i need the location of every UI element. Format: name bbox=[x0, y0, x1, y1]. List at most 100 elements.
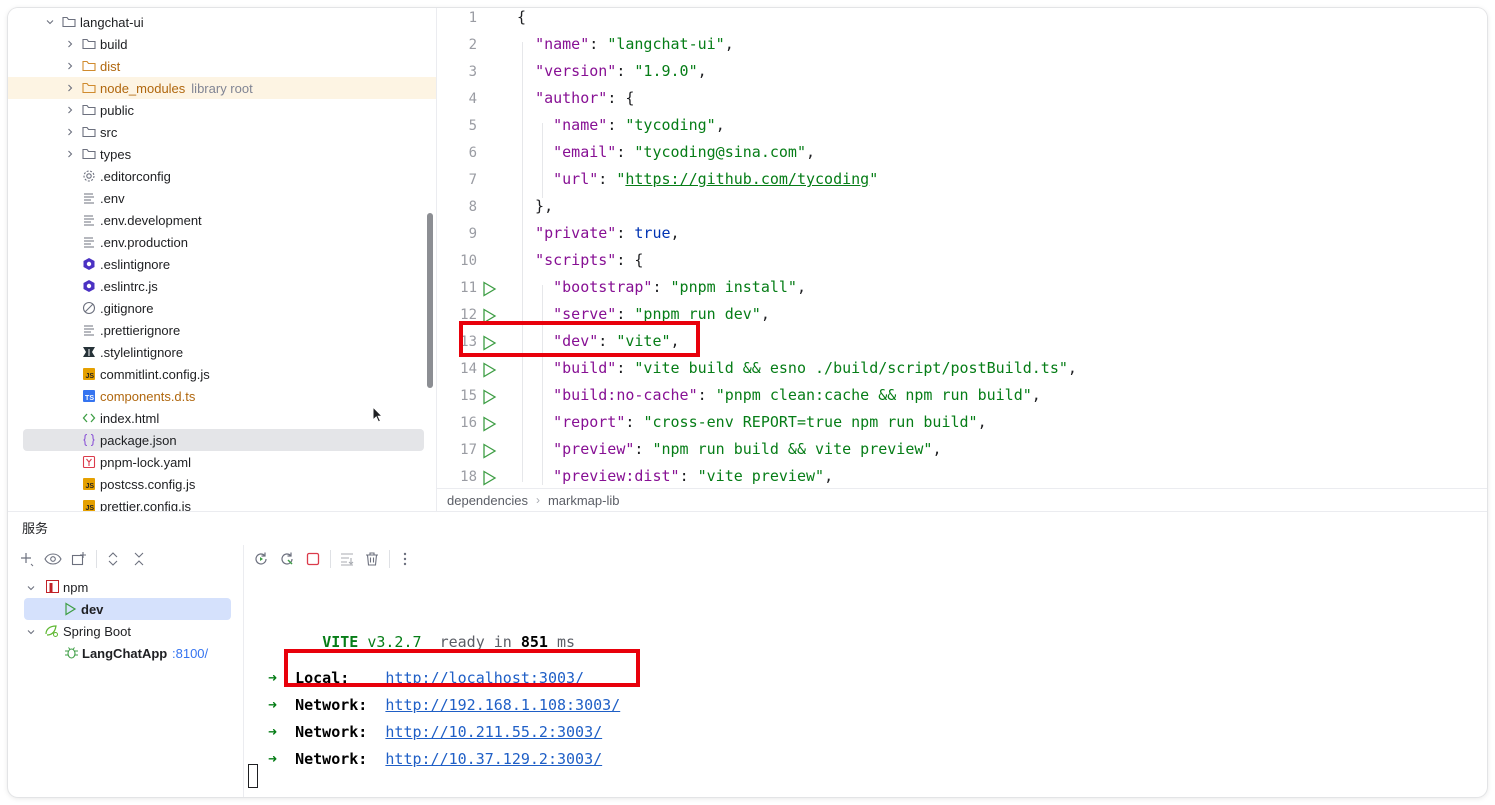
scroll-to-end-icon[interactable] bbox=[338, 550, 356, 568]
code-line[interactable]: }, bbox=[517, 197, 553, 215]
code-token: , bbox=[977, 413, 987, 431]
new-group-icon[interactable] bbox=[70, 550, 88, 568]
breadcrumb-item[interactable]: dependencies bbox=[447, 493, 528, 508]
service-item-langchatapp[interactable]: LangChatApp :8100/ bbox=[22, 642, 232, 664]
chevron-right-icon[interactable] bbox=[64, 60, 76, 72]
code-token: , bbox=[760, 305, 770, 323]
run-script-icon[interactable] bbox=[481, 281, 497, 297]
tree-item[interactable]: langchat-ui bbox=[8, 11, 436, 33]
tree-item[interactable]: package.json bbox=[23, 429, 424, 451]
code-line[interactable]: "name": "tycoding", bbox=[517, 116, 725, 134]
url-label: Network: bbox=[277, 696, 386, 714]
text-file-icon bbox=[82, 191, 96, 205]
tree-item[interactable]: types bbox=[8, 143, 436, 165]
line-number: 16 bbox=[460, 415, 477, 431]
tree-item[interactable]: JS prettier.config.js bbox=[8, 495, 436, 511]
code-editor[interactable]: 1 {2 "name": "langchat-ui", 3 "version": "… bbox=[437, 8, 1487, 488]
tree-item-label: .stylelintignore bbox=[100, 344, 184, 360]
tree-scrollbar[interactable] bbox=[427, 213, 433, 388]
code-token: , bbox=[697, 62, 707, 80]
tree-item[interactable]: node_modules library root bbox=[8, 77, 436, 99]
tree-item[interactable]: public bbox=[8, 99, 436, 121]
code-line[interactable]: { bbox=[517, 8, 526, 26]
code-token: , bbox=[806, 143, 816, 161]
code-line[interactable]: "email": "tycoding@sina.com", bbox=[517, 143, 815, 161]
code-line[interactable]: "version": "1.9.0", bbox=[517, 62, 707, 80]
chevron-right-icon[interactable] bbox=[64, 104, 76, 116]
trash-icon[interactable] bbox=[363, 550, 381, 568]
server-url-link[interactable]: http://10.37.129.2:3003/ bbox=[385, 750, 602, 768]
tree-item[interactable]: dist bbox=[8, 55, 436, 77]
run-script-icon[interactable] bbox=[481, 470, 497, 486]
chevron-right-icon[interactable] bbox=[64, 38, 76, 50]
code-token: , bbox=[1031, 386, 1041, 404]
tree-item[interactable]: .env.production bbox=[8, 231, 436, 253]
stop-icon[interactable] bbox=[304, 550, 322, 568]
tree-item[interactable]: TS components.d.ts bbox=[8, 385, 436, 407]
rerun-icon[interactable] bbox=[252, 550, 270, 568]
tree-item[interactable]: .env bbox=[8, 187, 436, 209]
tree-item[interactable]: src bbox=[8, 121, 436, 143]
run-script-icon[interactable] bbox=[481, 389, 497, 405]
server-url-link[interactable]: http://10.211.55.2:3003/ bbox=[385, 723, 602, 741]
code-line[interactable]: "author": { bbox=[517, 89, 634, 107]
code-line[interactable]: "private": true, bbox=[517, 224, 680, 242]
console-output[interactable]: VITE v3.2.7 ready in 851 ms ➜ Local: htt… bbox=[244, 578, 1487, 797]
code-token: }, bbox=[517, 197, 554, 215]
code-line[interactable]: "report": "cross-env REPORT=true npm run… bbox=[517, 413, 987, 431]
tree-item[interactable]: .gitignore bbox=[8, 297, 436, 319]
run-script-icon[interactable] bbox=[481, 443, 497, 459]
code-line[interactable]: "url": "https://github.com/tycoding" bbox=[517, 170, 878, 188]
chevron-down-icon[interactable] bbox=[26, 625, 36, 640]
service-group-spring-boot[interactable]: Spring Boot bbox=[22, 620, 232, 642]
tree-item[interactable]: build bbox=[8, 33, 436, 55]
code-token: { bbox=[517, 8, 527, 26]
run-script-icon[interactable] bbox=[481, 362, 497, 378]
tree-item[interactable]: .env.development bbox=[8, 209, 436, 231]
code-line[interactable]: "preview:dist": "vite preview", bbox=[517, 467, 833, 485]
chevron-down-icon[interactable] bbox=[26, 581, 36, 596]
text-file-icon bbox=[82, 213, 96, 227]
restart-icon[interactable] bbox=[278, 550, 296, 568]
breadcrumb-item[interactable]: markmap-lib bbox=[548, 493, 620, 508]
mouse-cursor-icon bbox=[372, 405, 384, 429]
services-tree: npm dev Spring Boot LangChatApp :8100/ bbox=[8, 576, 243, 796]
run-script-icon[interactable] bbox=[481, 416, 497, 432]
code-line[interactable]: "build": "vite build && esno ./build/scr… bbox=[517, 359, 1077, 377]
collapse-all-icon[interactable] bbox=[130, 550, 148, 568]
code-token: "private" bbox=[535, 224, 617, 242]
tree-item[interactable]: JS commitlint.config.js bbox=[8, 363, 436, 385]
code-line[interactable]: "scripts": { bbox=[517, 251, 643, 269]
add-service-icon[interactable] bbox=[18, 550, 36, 568]
expand-all-icon[interactable] bbox=[104, 550, 122, 568]
bug-icon bbox=[64, 645, 79, 663]
service-item-dev[interactable]: dev bbox=[24, 598, 231, 620]
tree-item[interactable]: .eslintrc.js bbox=[8, 275, 436, 297]
code-line[interactable]: "preview": "npm run build && vite previe… bbox=[517, 440, 941, 458]
code-line[interactable]: "build:no-cache": "pnpm clean:cache && n… bbox=[517, 386, 1041, 404]
chevron-down-icon[interactable] bbox=[44, 16, 56, 28]
chevron-right-icon[interactable] bbox=[64, 82, 76, 94]
code-line[interactable]: "name": "langchat-ui", bbox=[517, 35, 734, 53]
code-line[interactable]: "bootstrap": "pnpm install", bbox=[517, 278, 806, 296]
service-group-npm[interactable]: npm bbox=[22, 576, 232, 598]
tree-item[interactable]: JS postcss.config.js bbox=[8, 473, 436, 495]
eye-icon[interactable] bbox=[44, 550, 62, 568]
code-token: : bbox=[616, 359, 635, 377]
panel-divider[interactable] bbox=[8, 511, 1487, 512]
tree-item[interactable]: .editorconfig bbox=[8, 165, 436, 187]
code-token: "report" bbox=[553, 413, 626, 431]
tree-item[interactable]: .stylelintignore bbox=[8, 341, 436, 363]
js-file-icon: JS bbox=[82, 499, 96, 511]
chevron-right-icon[interactable] bbox=[64, 126, 76, 138]
chevron-right-icon[interactable] bbox=[64, 148, 76, 160]
more-options-icon[interactable] bbox=[396, 550, 414, 568]
tree-item[interactable]: .eslintignore bbox=[8, 253, 436, 275]
tree-item-label: build bbox=[100, 36, 128, 52]
server-url-link[interactable]: http://192.168.1.108:3003/ bbox=[385, 696, 620, 714]
tree-item[interactable]: .prettierignore bbox=[8, 319, 436, 341]
tree-item[interactable]: pnpm-lock.yaml bbox=[8, 451, 436, 473]
